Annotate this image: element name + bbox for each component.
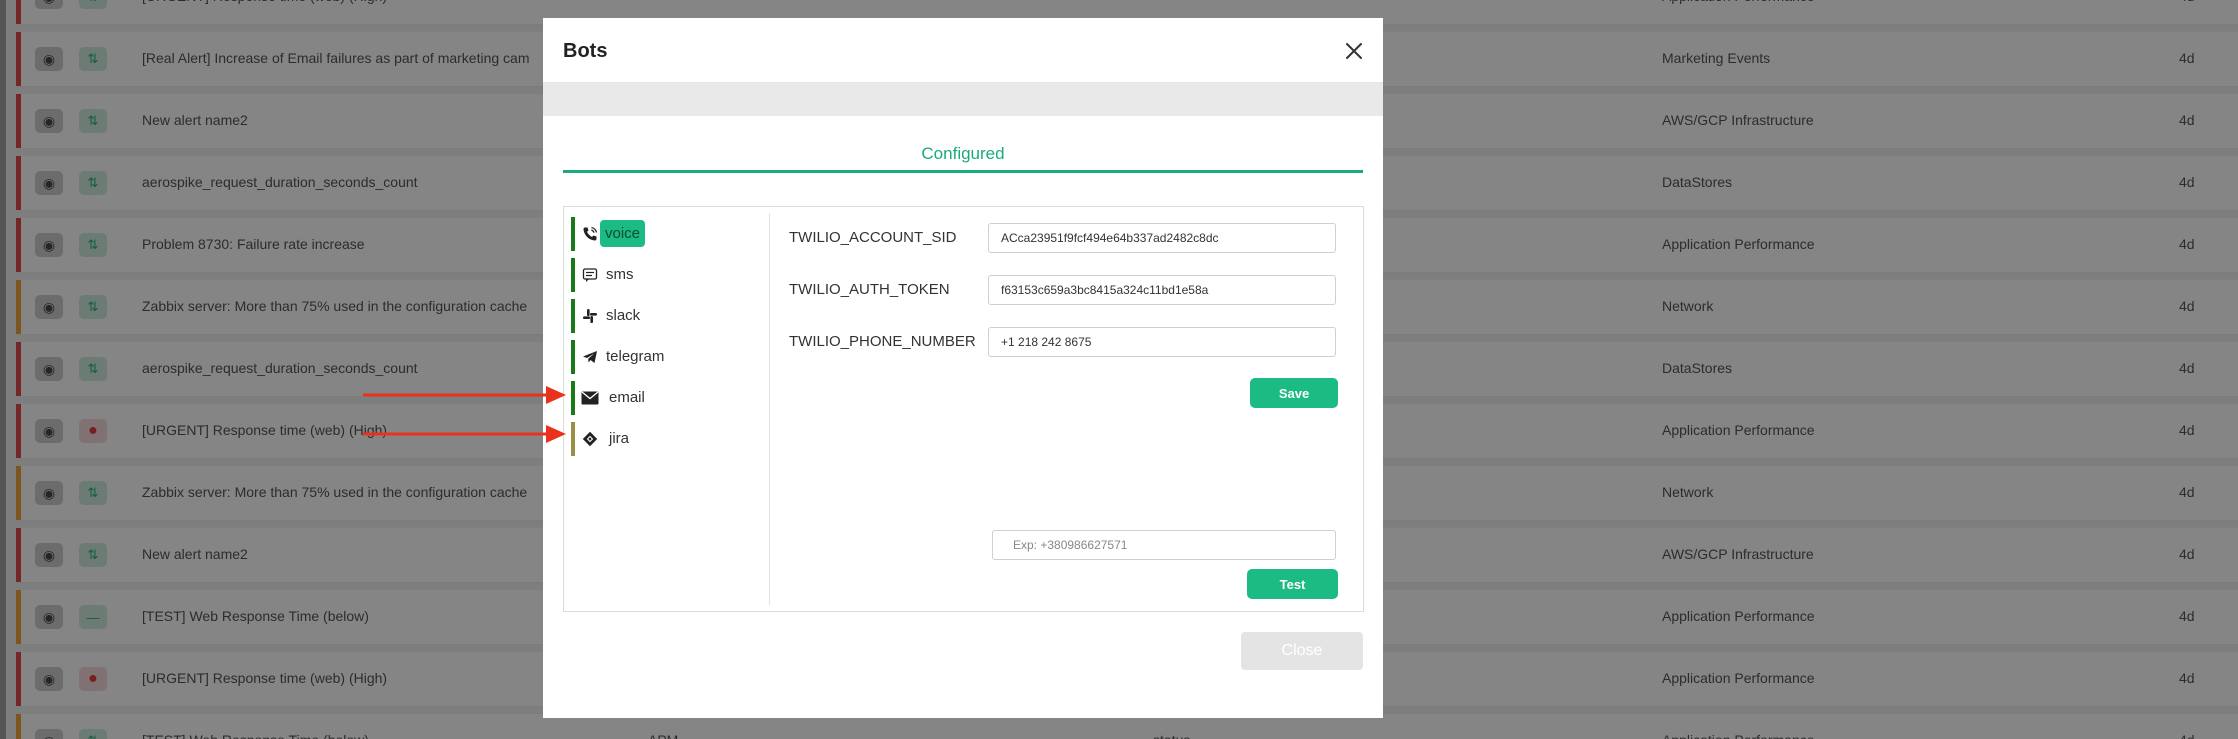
bot-label: telegram (606, 348, 665, 365)
slack-icon (581, 307, 599, 325)
phone-icon (581, 225, 599, 243)
field-label-auth-token: TWILIO_AUTH_TOKEN (789, 281, 950, 298)
field-label-account-sid: TWILIO_ACCOUNT_SID (789, 229, 957, 246)
test-button[interactable]: Test (1247, 569, 1338, 599)
bot-item-email[interactable]: email (571, 381, 756, 415)
bot-label: sms (606, 266, 634, 283)
bot-item-slack[interactable]: slack (571, 299, 756, 333)
account-sid-input[interactable] (988, 223, 1336, 253)
bot-item-telegram[interactable]: telegram (571, 340, 756, 374)
bot-label: jira (609, 430, 630, 447)
test-phone-input[interactable] (992, 530, 1336, 560)
modal-title: Bots (563, 40, 608, 62)
envelope-icon (581, 389, 599, 407)
close-button[interactable]: Close (1241, 632, 1363, 670)
tab-underline (563, 170, 1363, 173)
bot-item-sms[interactable]: sms (571, 258, 756, 292)
bot-label: email (609, 389, 645, 406)
bot-status-bar (571, 422, 575, 456)
message-icon (581, 266, 599, 284)
tab-configured[interactable]: Configured (563, 144, 1363, 164)
panel-divider (769, 213, 770, 605)
jira-icon (581, 430, 599, 448)
annotation-arrow-jira (363, 425, 566, 443)
phone-number-input[interactable] (988, 327, 1336, 357)
bots-panel: voice sms slack telegram email jira TWIL… (563, 206, 1364, 612)
annotation-arrow-email (363, 386, 566, 404)
telegram-icon (581, 348, 599, 366)
auth-token-input[interactable] (988, 275, 1336, 305)
save-button[interactable]: Save (1250, 378, 1338, 408)
bot-status-bar (571, 299, 575, 333)
bot-status-bar (571, 340, 575, 374)
modal-toolbar-band (543, 83, 1383, 116)
bot-status-bar (571, 258, 575, 292)
bot-status-bar (571, 381, 575, 415)
field-label-phone-number: TWILIO_PHONE_NUMBER (789, 333, 976, 350)
bot-item-voice[interactable]: voice (571, 217, 756, 251)
close-icon[interactable] (1339, 36, 1369, 66)
bot-label: slack (606, 307, 641, 324)
bots-modal: Bots Configured voice sms slack telegram… (543, 18, 1383, 718)
bot-item-jira[interactable]: jira (571, 422, 756, 456)
bot-label: voice (600, 220, 646, 247)
bot-status-bar (571, 217, 575, 251)
